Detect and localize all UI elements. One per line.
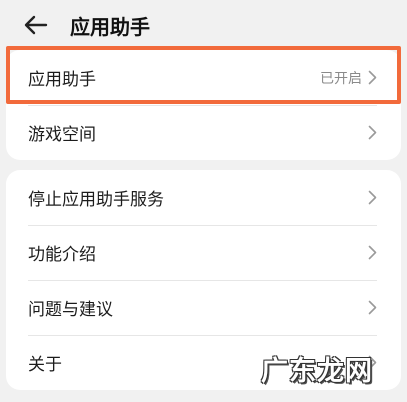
chevron-right-icon bbox=[368, 125, 377, 140]
row-stop-service[interactable]: 停止应用助手服务 bbox=[6, 170, 401, 225]
header: 应用助手 bbox=[0, 0, 407, 50]
row-stop-service-label: 停止应用助手服务 bbox=[28, 190, 164, 210]
row-game-space[interactable]: 游戏空间 bbox=[6, 105, 401, 160]
chevron-right-icon bbox=[368, 190, 377, 205]
row-feedback[interactable]: 问题与建议 bbox=[6, 280, 401, 335]
row-game-space-label: 游戏空间 bbox=[28, 125, 96, 145]
chevron-right-icon bbox=[368, 300, 377, 315]
row-app-assistant-label: 应用助手 bbox=[28, 70, 96, 90]
page-title: 应用助手 bbox=[70, 14, 150, 39]
chevron-right-icon bbox=[368, 70, 377, 85]
row-feedback-label: 问题与建议 bbox=[28, 300, 113, 320]
row-feature-intro[interactable]: 功能介绍 bbox=[6, 225, 401, 280]
row-feature-intro-label: 功能介绍 bbox=[28, 245, 96, 265]
watermark-text: 广东龙网 bbox=[261, 356, 373, 387]
settings-group-main: 应用助手 已开启 游戏空间 bbox=[6, 46, 401, 160]
chevron-right-icon bbox=[368, 245, 377, 260]
back-arrow-icon[interactable] bbox=[24, 14, 50, 36]
status-value: 已开启 bbox=[320, 70, 362, 87]
row-app-assistant[interactable]: 应用助手 已开启 bbox=[6, 50, 401, 105]
row-about-label: 关于 bbox=[28, 355, 62, 375]
